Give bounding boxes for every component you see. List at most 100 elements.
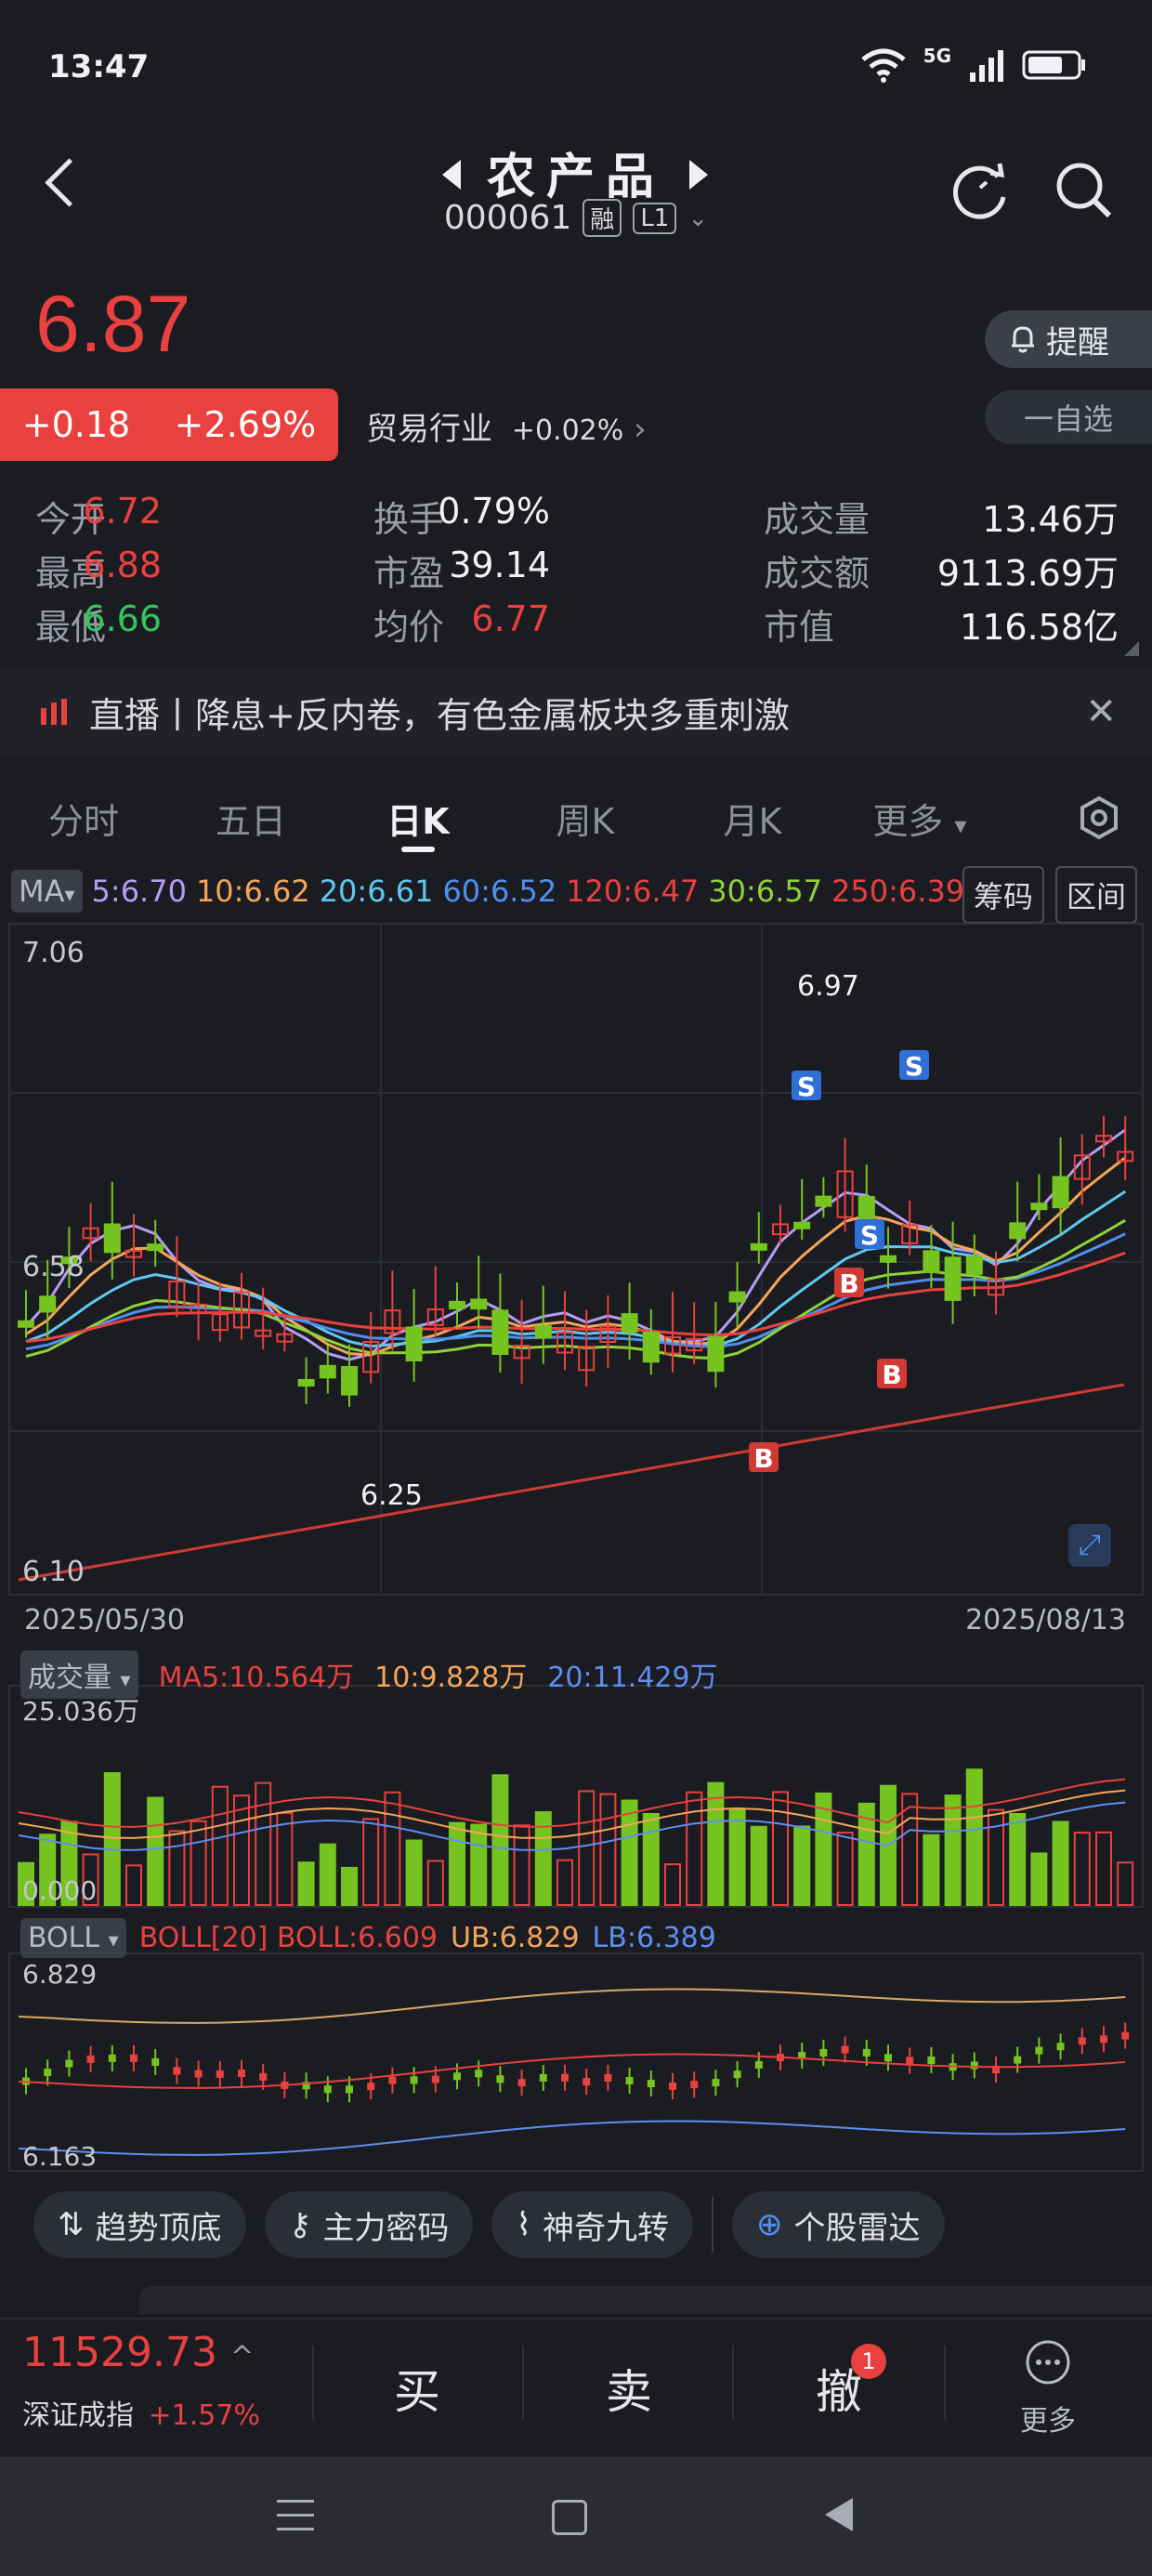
watchlist-button[interactable]: 一自选 (985, 390, 1152, 444)
candle-body (103, 1223, 121, 1254)
boll-panel-lines (18, 1988, 1130, 2156)
tab-intraday[interactable]: 分时 (0, 793, 167, 844)
drawer-handle[interactable] (139, 2286, 1152, 2314)
volume-bar (772, 1791, 789, 1907)
back-nav-icon[interactable] (825, 2498, 853, 2531)
tab-five-day[interactable]: 五日 (167, 793, 334, 844)
volume-bar (988, 1808, 1004, 1906)
more-dots-icon[interactable] (1024, 2338, 1072, 2386)
updown-arrows-icon: ⇅ (58, 2206, 85, 2243)
cancel-count-badge: 1 (851, 2344, 886, 2379)
search-icon[interactable] (1052, 158, 1117, 223)
system-nav-bar (0, 2457, 1152, 2576)
tool-label: 个股雷达 (793, 2209, 921, 2247)
ma-value: 5:6.70 (91, 874, 187, 909)
boll-candle-body (194, 2070, 203, 2078)
boll-lb: LB:6.389 (592, 1922, 716, 1954)
volume-bar (449, 1821, 465, 1906)
close-icon[interactable]: ✕ (1085, 690, 1117, 733)
tab-daily-k[interactable]: 日K (334, 793, 502, 852)
caret-down-icon: ▾ (954, 811, 967, 840)
tool-trend-top-bottom[interactable]: ⇅ 趋势顶底 (33, 2191, 246, 2258)
tool-stock-radar[interactable]: ⊕ 个股雷达 (732, 2191, 945, 2258)
fullscreen-icon[interactable]: ⤢ (1068, 1524, 1111, 1567)
kline-high-label: 6.97 (797, 970, 859, 1003)
tool-chips: ⇅ 趋势顶底 ⚷ 主力密码 ⌇ 神奇九转 ⊕ 个股雷达 (33, 2191, 945, 2258)
refresh-icon[interactable] (949, 160, 1011, 221)
next-stock-icon[interactable] (689, 160, 708, 190)
buy-button[interactable]: 买 (394, 2355, 440, 2422)
settings-hex-icon[interactable] (1076, 795, 1122, 841)
ma-selector[interactable]: MA▾ (11, 870, 83, 913)
volume-bar (1095, 1831, 1112, 1906)
industry-label: 贸易行业 (366, 411, 492, 448)
candle-body (707, 1336, 725, 1373)
volume-bar (470, 1823, 488, 1907)
stat-label: 成交量 (764, 499, 871, 540)
expand-corner-icon[interactable] (1124, 641, 1139, 656)
boll-candle-body (583, 2078, 591, 2086)
index-value[interactable]: 11529.73 ^ (22, 2329, 254, 2376)
sell-button[interactable]: 卖 (606, 2355, 652, 2422)
volume-bar (190, 1820, 207, 1906)
news-banner[interactable]: 直播丨降息+反内卷，有色金属板块多重刺激 ✕ (0, 667, 1152, 756)
menu-nav-icon[interactable] (277, 2496, 314, 2533)
volume-bar (707, 1781, 725, 1906)
boll-mid: BOLL[20] BOLL:6.609 (138, 1922, 439, 1954)
volume-bar (405, 1839, 423, 1906)
volume-bar (297, 1861, 315, 1906)
ma-selector-label: MA (19, 874, 65, 909)
volume-bar (556, 1859, 573, 1906)
industry-link[interactable]: 贸易行业 +0.02% › (366, 403, 647, 449)
candle-body (449, 1300, 465, 1309)
kline-chart-panel[interactable]: SSSBBB (0, 920, 1152, 2175)
boll-candle-body (367, 2083, 375, 2091)
boll-candle-body (238, 2070, 245, 2078)
candle-body (944, 1256, 962, 1301)
tab-more[interactable]: 更多 ▾ (836, 793, 1003, 844)
index-value-text: 11529.73 (22, 2329, 217, 2376)
live-bars-icon (41, 699, 67, 725)
index-info: 深证成指 +1.57% (22, 2392, 260, 2433)
volume-bar (578, 1790, 596, 1906)
boll-candle-body (690, 2081, 699, 2089)
tab-weekly-k[interactable]: 周K (502, 793, 669, 844)
tool-magic-nine[interactable]: ⌇ 神奇九转 (491, 2191, 694, 2258)
candle-body (39, 1295, 57, 1313)
vol-ma10: 10:9.828万 (374, 1662, 528, 1694)
candle-body (1009, 1222, 1027, 1240)
volume-bar (362, 1818, 380, 1906)
level-badge: L1 (633, 202, 677, 234)
boll-candle-body (108, 2054, 116, 2062)
stat-value: 6.72 (83, 491, 162, 532)
candle-body (815, 1195, 832, 1207)
volume-bar (965, 1768, 983, 1906)
current-price: 6.87 (35, 280, 191, 369)
range-button[interactable]: 区间 (1055, 866, 1138, 924)
volume-bar (384, 1791, 401, 1906)
volume-bar (599, 1793, 617, 1907)
index-name: 深证成指 (22, 2399, 134, 2432)
volume-bar (168, 1830, 186, 1906)
boll-candle-body (517, 2079, 526, 2087)
network-label: 5G (923, 45, 951, 67)
candle-body (880, 1255, 897, 1263)
ma-value: 20:6.61 (319, 874, 434, 909)
ma-value: 30:6.57 (708, 874, 823, 909)
ma-values: 5:6.70 10:6.62 20:6.61 60:6.52 120:6.47 30:6.… (92, 874, 965, 909)
tool-main-force-code[interactable]: ⚷ 主力密码 (264, 2191, 474, 2258)
candle-body (728, 1291, 746, 1303)
alert-button[interactable]: 提醒 (985, 310, 1152, 368)
chips-button[interactable]: 筹码 (962, 866, 1045, 924)
radar-icon: ⊕ (756, 2206, 783, 2243)
candle-body (750, 1242, 767, 1251)
home-nav-icon[interactable] (552, 2500, 587, 2535)
boll-selector[interactable]: BOLL ▾ (20, 1918, 126, 1958)
tab-monthly-k[interactable]: 月K (669, 793, 836, 844)
boll-candle-body (475, 2070, 483, 2078)
more-label[interactable]: 更多 (1020, 2398, 1076, 2438)
boll-candle-body (346, 2085, 353, 2094)
stat-value: 9113.69万 (936, 553, 1119, 594)
boll-candle-body (733, 2070, 741, 2079)
tool-label: 趋势顶底 (95, 2209, 222, 2247)
